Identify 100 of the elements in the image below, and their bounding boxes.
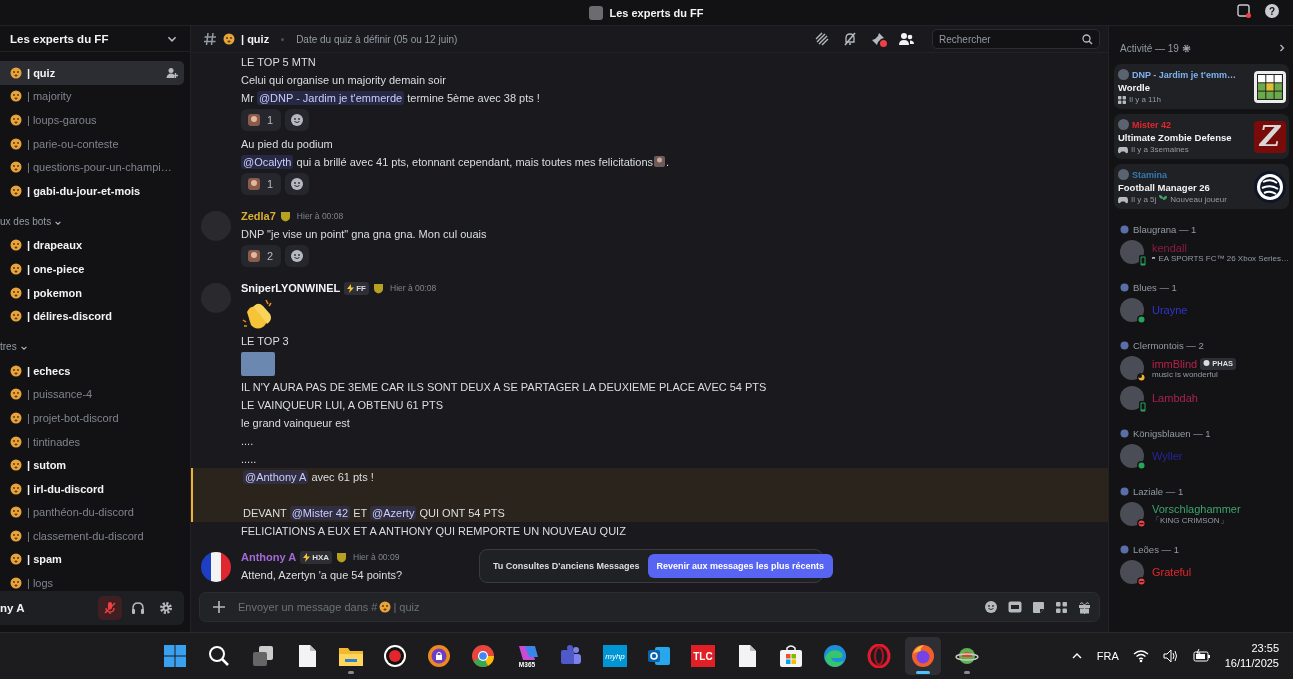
channel-item[interactable]: | quiz xyxy=(0,61,184,85)
reaction-button[interactable]: 1 xyxy=(241,109,282,131)
channel-item[interactable]: | drapeaux xyxy=(0,233,184,258)
window-title: Les experts du FF xyxy=(609,6,704,19)
wifi-icon[interactable] xyxy=(1132,649,1149,663)
sticker-icon[interactable] xyxy=(1032,600,1045,614)
microphone-button[interactable] xyxy=(98,596,122,620)
document-icon xyxy=(737,644,757,668)
username[interactable]: Zedla7 xyxy=(241,210,276,222)
channel-item[interactable]: | one-piece xyxy=(0,257,184,281)
server-tag[interactable]: HXA xyxy=(300,550,333,564)
channel-emoji-icon xyxy=(10,506,22,519)
gift-icon[interactable] xyxy=(1078,600,1091,614)
server-tag[interactable]: FF xyxy=(344,281,369,295)
channel-item[interactable]: | majority xyxy=(0,84,184,109)
channel-emoji-icon xyxy=(10,286,22,299)
gif-icon[interactable] xyxy=(1008,601,1022,613)
battery-charging-icon[interactable] xyxy=(1192,649,1211,663)
channel-item[interactable]: | puissance-4 xyxy=(0,382,184,407)
custom-status: music is wonderful xyxy=(1152,369,1219,379)
channel-item[interactable]: | classement-du-discord xyxy=(0,524,184,548)
channel-item[interactable]: | panthéon-du-discord xyxy=(0,500,184,525)
username: Lambdah xyxy=(1152,392,1198,404)
custom-emoji-icon xyxy=(653,155,666,168)
channel-item[interactable]: | logs xyxy=(0,571,184,595)
jump-to-present-button[interactable]: Revenir aux messages les plus récents xyxy=(647,554,834,578)
flag-avatar[interactable] xyxy=(201,552,231,582)
category-header[interactable]: ux des bots xyxy=(0,202,184,234)
taskbar-app-button[interactable]: TLC xyxy=(685,637,721,675)
help-icon[interactable]: ? xyxy=(1265,4,1279,18)
custom-status: 「KING CRIMSON」 xyxy=(1152,515,1229,526)
channel-item[interactable]: | parie-ou-conteste xyxy=(0,131,184,156)
banner-text: Tu Consultes D'anciens Messages xyxy=(493,561,640,571)
windows-logo-icon xyxy=(163,644,187,668)
category-header[interactable]: tres xyxy=(0,327,184,359)
smiley-icon xyxy=(290,113,305,127)
game-title: Ultimate Zombie Defense xyxy=(1118,132,1233,143)
user-mention[interactable]: @DNP - Jardim je t'emmerde xyxy=(256,91,405,105)
channel-item[interactable]: | questions-pour-un-champi… xyxy=(0,155,184,179)
channel-item[interactable]: | gabi-du-jour-et-mois xyxy=(0,178,184,203)
message-text: IL N'Y AURA PAS DE 3EME CAR ILS SONT DEUX A SE PARTAGER LA DEUXIEME PLACE AVEC 54 PTS xyxy=(241,380,767,395)
member-item[interactable]: Grateful xyxy=(1114,557,1289,587)
add-reaction-button[interactable] xyxy=(285,109,310,131)
member-item[interactable]: Vorschlaghammer 「KING CRIMSON」 xyxy=(1114,499,1289,529)
channel-item[interactable]: | loups-garous xyxy=(0,108,184,132)
channel-item[interactable]: | délires-discord xyxy=(0,304,184,328)
game-title: Wordle xyxy=(1118,82,1152,93)
gamepad-icon xyxy=(1118,145,1128,154)
channel-item[interactable]: | projet-bot-discord xyxy=(0,406,184,430)
activity-card[interactable]: Stamina Football Manager 26 Il y a 5j Nouveau joueur xyxy=(1114,164,1289,209)
user-mention[interactable]: @Azerty xyxy=(370,506,417,520)
role-icon xyxy=(1120,282,1129,292)
reaction-emoji-icon xyxy=(247,113,261,127)
language-indicator[interactable]: FRA xyxy=(1096,650,1119,662)
channel-item[interactable]: | irl-du-discord xyxy=(0,476,184,501)
timestamp: Hier à 00:08 xyxy=(390,283,437,293)
channel-item[interactable]: | echecs xyxy=(0,358,184,383)
add-reaction-button[interactable] xyxy=(285,245,310,267)
activity-card[interactable]: DNP - Jardim je t'emm… Wordle Il y a 11h xyxy=(1114,64,1289,109)
username[interactable]: ny A xyxy=(0,602,94,614)
taskbar-app-button[interactable] xyxy=(905,637,941,675)
channel-emoji-icon xyxy=(10,137,22,150)
message-text: ..... xyxy=(241,452,257,467)
muted-microphone-icon xyxy=(103,601,117,615)
channel-item[interactable]: | tintinades xyxy=(0,429,184,454)
server-header[interactable]: Les experts du FF xyxy=(0,25,190,52)
reaction-button[interactable]: 2 xyxy=(241,245,282,267)
threads-icon[interactable] xyxy=(815,32,829,46)
channel-item[interactable]: | spam xyxy=(0,547,184,572)
apps-icon xyxy=(1118,95,1126,104)
attach-button[interactable] xyxy=(210,598,228,616)
mobile-phone-icon xyxy=(1139,255,1147,267)
user-mention[interactable]: @Mister 42 xyxy=(289,506,351,520)
inbox-icon[interactable] xyxy=(1237,4,1251,18)
add-reaction-button[interactable] xyxy=(285,173,310,195)
folder-icon xyxy=(338,645,364,667)
chevron-right-icon xyxy=(1277,43,1287,53)
message-text: Au pied du podium xyxy=(241,137,333,152)
add-member-icon[interactable] xyxy=(166,66,178,79)
members-icon[interactable] xyxy=(899,32,914,46)
username[interactable]: SniperLYONWINEL xyxy=(241,282,341,294)
clock[interactable]: 23:55 16/11/2025 xyxy=(1224,641,1279,671)
activity-time: Il y a 5j xyxy=(1131,195,1157,204)
channel-item[interactable]: | sutom xyxy=(0,453,184,477)
muted-bell-icon[interactable] xyxy=(843,32,857,46)
channel-item[interactable]: | pokemon xyxy=(0,280,184,305)
settings-icon[interactable] xyxy=(1181,43,1191,53)
reaction-button[interactable]: 1 xyxy=(241,173,282,195)
activity-card[interactable]: Mister 42 Ultimate Zombie Defense Il y a 3semaines Z xyxy=(1114,114,1289,159)
pin-icon[interactable] xyxy=(871,32,885,46)
channel-emoji-icon xyxy=(10,114,22,126)
user-mention[interactable]: @Anthony A xyxy=(243,470,309,484)
search-field[interactable]: Rechercher xyxy=(932,29,1100,49)
member-item[interactable]: kendall EA SPORTS FC™ 26 Xbox Series… xyxy=(1114,237,1289,267)
user-mention[interactable]: @Ocalyth xyxy=(241,155,294,169)
volume-icon[interactable] xyxy=(1162,649,1179,663)
username[interactable]: Anthony A xyxy=(241,551,297,563)
apps-icon[interactable] xyxy=(1055,600,1068,614)
skull-icon xyxy=(1203,360,1211,367)
lock-badge-icon xyxy=(427,644,451,668)
